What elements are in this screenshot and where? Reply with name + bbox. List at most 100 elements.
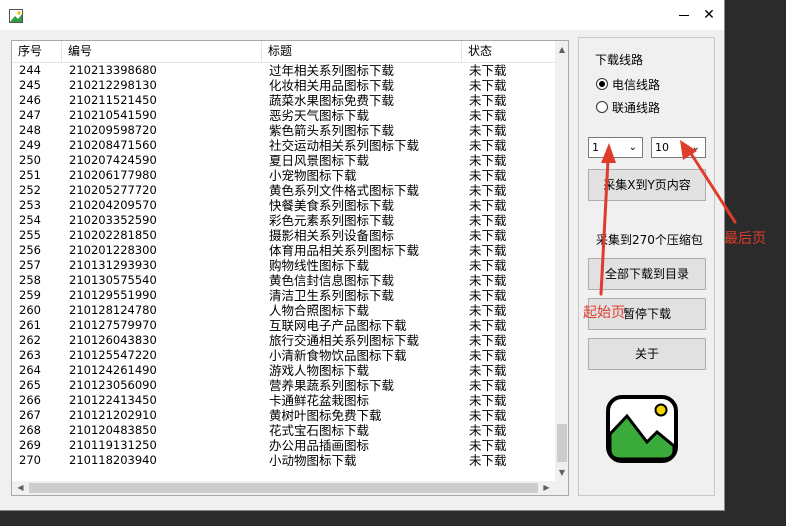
download-list[interactable]: 序号 编号 标题 状态 244 210213398680 过年相关系列图标下载 未下载… [11, 40, 569, 496]
table-row[interactable]: 246 210211521450 蔬菜水果图标免费下载 未下载 [12, 93, 556, 108]
download-all-button[interactable]: 全部下载到目录 [588, 258, 706, 290]
cell-status: 未下载 [469, 333, 507, 348]
column-header-title[interactable]: 标题 [262, 41, 462, 62]
cell-status: 未下载 [469, 318, 507, 333]
cell-status: 未下载 [469, 453, 507, 468]
scroll-down-icon[interactable]: ▼ [555, 464, 568, 481]
vertical-scrollbar[interactable]: ▲ ▼ [555, 41, 568, 481]
cell-seq: 251 [19, 168, 41, 182]
annotation-start-page: 起始页 [583, 305, 625, 321]
scroll-right-icon[interactable]: ▶ [538, 481, 555, 495]
cell-title: 游戏人物图标下载 [269, 363, 370, 378]
table-row[interactable]: 254 210203352590 彩色元素系列图标下载 未下载 [12, 213, 556, 228]
table-row[interactable]: 249 210208471560 社交运动相关系列图标下载 未下载 [12, 138, 556, 153]
cell-status: 未下载 [469, 108, 507, 123]
cell-id: 210207424590 [69, 153, 157, 167]
cell-title: 办公用品插画图标 [269, 438, 370, 453]
vertical-scroll-thumb[interactable] [557, 424, 567, 462]
table-row[interactable]: 270 210118203940 小动物图标下载 未下载 [12, 453, 556, 468]
cell-id: 210125547220 [69, 348, 157, 362]
close-button[interactable]: ✕ [694, 0, 724, 30]
cell-title: 紫色箭头系列图标下载 [269, 123, 395, 138]
column-header-seq[interactable]: 序号 [12, 41, 62, 62]
cell-title: 摄影相关系列设备图标 [269, 228, 395, 243]
cell-id: 210123056090 [69, 378, 157, 392]
image-icon [606, 395, 678, 463]
horizontal-scroll-thumb[interactable] [29, 483, 538, 493]
table-row[interactable]: 265 210123056090 营养果蔬系列图标下载 未下载 [12, 378, 556, 393]
table-row[interactable]: 250 210207424590 夏日风景图标下载 未下载 [12, 153, 556, 168]
table-row[interactable]: 245 210212298130 化妆相关用品图标下载 未下载 [12, 78, 556, 93]
cell-id: 210211521450 [69, 93, 157, 107]
cell-status: 未下载 [469, 138, 507, 153]
cell-seq: 253 [19, 198, 41, 212]
cell-title: 小宠物图标下载 [269, 168, 357, 183]
horizontal-scrollbar[interactable]: ◀ ▶ [12, 481, 555, 495]
radio-unicom[interactable] [596, 101, 608, 113]
cell-status: 未下载 [469, 348, 507, 363]
table-row[interactable]: 248 210209598720 紫色箭头系列图标下载 未下载 [12, 123, 556, 138]
table-row[interactable]: 256 210201228300 体育用品相关系列图标下载 未下载 [12, 243, 556, 258]
cell-status: 未下载 [469, 393, 507, 408]
scroll-up-icon[interactable]: ▲ [555, 41, 568, 58]
cell-title: 夏日风景图标下载 [269, 153, 370, 168]
table-row[interactable]: 266 210122413450 卡通鲜花盆栽图标 未下载 [12, 393, 556, 408]
cell-status: 未下载 [469, 423, 507, 438]
cell-id: 210126043830 [69, 333, 157, 347]
collect-pages-button[interactable]: 采集X到Y页内容 [588, 169, 706, 201]
cell-status: 未下载 [469, 78, 507, 93]
table-row[interactable]: 247 210210541590 恶劣天气图标下载 未下载 [12, 108, 556, 123]
cell-title: 人物合照图标下载 [269, 303, 370, 318]
cell-title: 过年相关系列图标下载 [269, 63, 395, 78]
cell-seq: 246 [19, 93, 41, 107]
cell-title: 体育用品相关系列图标下载 [269, 243, 420, 258]
table-row[interactable]: 263 210125547220 小清新食物饮品图标下载 未下载 [12, 348, 556, 363]
cell-status: 未下载 [469, 438, 507, 453]
title-bar: ✕ [0, 0, 724, 30]
radio-unicom-label[interactable]: 联通线路 [612, 99, 660, 116]
cell-id: 210204209570 [69, 198, 157, 212]
cell-title: 蔬菜水果图标免费下载 [269, 93, 395, 108]
table-row[interactable]: 267 210121202910 黄树叶图标免费下载 未下载 [12, 408, 556, 423]
cell-title: 彩色元素系列图标下载 [269, 213, 395, 228]
table-row[interactable]: 255 210202281850 摄影相关系列设备图标 未下载 [12, 228, 556, 243]
cell-id: 210129551990 [69, 288, 157, 302]
cell-status: 未下载 [469, 243, 507, 258]
cell-seq: 270 [19, 453, 41, 467]
cell-title: 卡通鲜花盆栽图标 [269, 393, 370, 408]
table-row[interactable]: 257 210131293930 购物线性图标下载 未下载 [12, 258, 556, 273]
table-row[interactable]: 258 210130575540 黄色信封信息图标下载 未下载 [12, 273, 556, 288]
table-row[interactable]: 264 210124261490 游戏人物图标下载 未下载 [12, 363, 556, 378]
cell-seq: 263 [19, 348, 41, 362]
scroll-left-icon[interactable]: ◀ [12, 481, 29, 495]
cell-seq: 269 [19, 438, 41, 452]
table-row[interactable]: 259 210129551990 清洁卫生系列图标下载 未下载 [12, 288, 556, 303]
radio-telecom[interactable] [596, 78, 608, 90]
cell-seq: 250 [19, 153, 41, 167]
table-row[interactable]: 261 210127579970 互联网电子产品图标下载 未下载 [12, 318, 556, 333]
cell-status: 未下载 [469, 378, 507, 393]
cell-id: 210119131250 [69, 438, 157, 452]
list-header: 序号 编号 标题 状态 [12, 41, 556, 63]
start-page-select[interactable]: 1 ⌄ [588, 137, 643, 158]
table-row[interactable]: 260 210128124780 人物合照图标下载 未下载 [12, 303, 556, 318]
column-header-id[interactable]: 编号 [62, 41, 262, 62]
table-row[interactable]: 268 210120483850 花式宝石图标下载 未下载 [12, 423, 556, 438]
table-row[interactable]: 244 210213398680 过年相关系列图标下载 未下载 [12, 63, 556, 78]
cell-seq: 255 [19, 228, 41, 242]
table-row[interactable]: 253 210204209570 快餐美食系列图标下载 未下载 [12, 198, 556, 213]
end-page-select[interactable]: 10 ⌄ [651, 137, 706, 158]
table-row[interactable]: 262 210126043830 旅行交通相关系列图标下载 未下载 [12, 333, 556, 348]
table-row[interactable]: 251 210206177980 小宠物图标下载 未下载 [12, 168, 556, 183]
cell-id: 210127579970 [69, 318, 157, 332]
cell-seq: 261 [19, 318, 41, 332]
about-button[interactable]: 关于 [588, 338, 706, 370]
table-row[interactable]: 252 210205277720 黄色系列文件格式图标下载 未下载 [12, 183, 556, 198]
cell-id: 210120483850 [69, 423, 157, 437]
cell-seq: 252 [19, 183, 41, 197]
start-page-value: 1 [592, 141, 599, 154]
table-row[interactable]: 269 210119131250 办公用品插画图标 未下载 [12, 438, 556, 453]
column-header-status[interactable]: 状态 [462, 41, 556, 62]
app-icon [9, 9, 23, 23]
radio-telecom-label[interactable]: 电信线路 [612, 76, 660, 93]
